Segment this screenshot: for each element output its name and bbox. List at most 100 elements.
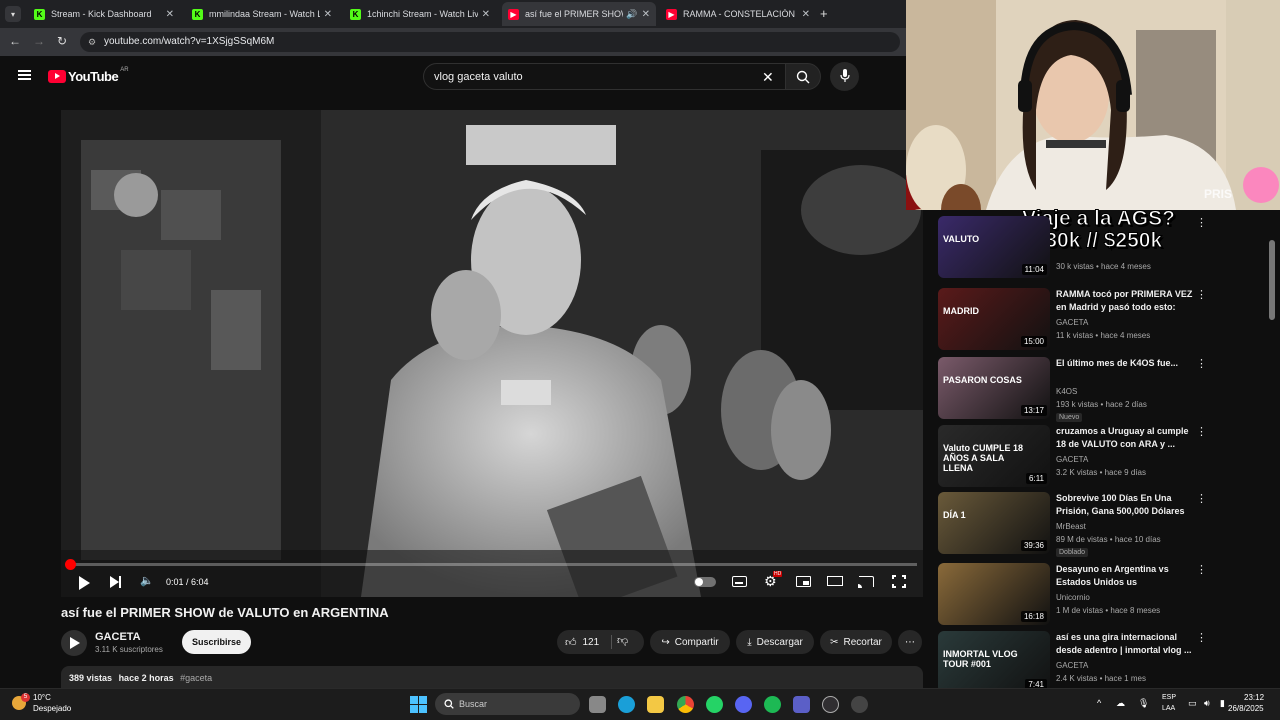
close-icon[interactable]: ✕ xyxy=(642,9,650,20)
browser-tab[interactable]: ▶ RAMMA - CONSTELACIÓN (Vi ✕ xyxy=(660,2,816,26)
subtitles-icon[interactable] xyxy=(732,576,747,587)
weather-widget[interactable]: 5 10°C Despejado xyxy=(12,693,92,717)
video-player[interactable]: 🔈 0:01 / 6:04 ⚙ HD xyxy=(61,110,923,597)
close-icon[interactable]: ✕ xyxy=(324,9,332,20)
close-icon[interactable]: ✕ xyxy=(166,9,174,20)
reload-icon[interactable]: ↻ xyxy=(57,34,67,48)
whatsapp-icon[interactable] xyxy=(706,696,723,713)
clock-time[interactable]: 23:12 xyxy=(1244,693,1264,702)
browser-tab[interactable]: K mmilindaa Stream - Watch Live ✕ xyxy=(186,2,338,26)
language-line1[interactable]: ESP xyxy=(1162,694,1176,701)
browser-tab[interactable]: K 1chinchi Stream - Watch Live o ✕ xyxy=(344,2,496,26)
recommendation-title[interactable]: así es una gira internacional desde aden… xyxy=(1056,631,1196,657)
fullscreen-icon[interactable] xyxy=(892,575,906,588)
recommendation-title[interactable]: Sobrevive 100 Días En Una Prisión, Gana … xyxy=(1056,492,1196,518)
recommendation-title[interactable]: RAMMA tocó por PRIMERA VEZ en Madrid y p… xyxy=(1056,288,1196,314)
language-line2[interactable]: LAA xyxy=(1162,705,1175,712)
channel-name[interactable]: GACETA xyxy=(95,631,141,643)
recommendation-channel[interactable]: MrBeast xyxy=(1056,522,1086,531)
discord-icon[interactable] xyxy=(735,696,752,713)
more-actions-button[interactable]: ⋯ xyxy=(898,630,922,654)
battery-icon[interactable]: ▮ xyxy=(1220,698,1225,709)
recommendation-thumbnail[interactable]: VALUTO 11:04 xyxy=(938,216,1050,278)
recommendation-thumbnail[interactable]: INMORTAL VLOG TOUR #001 7:41 xyxy=(938,631,1050,690)
recommendation-title[interactable]: Desayuno en Argentina vs Estados Unidos … xyxy=(1056,563,1196,589)
site-info-icon[interactable]: ⚙ xyxy=(88,32,96,52)
recommendation-thumbnail[interactable]: Valuto CUMPLE 18 AÑOS A SALA LLENA 6:11 xyxy=(938,425,1050,487)
hashtag-link[interactable]: #gaceta xyxy=(180,673,212,683)
back-arrow-icon[interactable]: ← xyxy=(9,34,21,48)
next-button[interactable] xyxy=(110,576,121,588)
recommendation-channel[interactable]: K4OS xyxy=(1056,387,1077,396)
download-button[interactable]: ⤓ Descargar xyxy=(736,630,814,654)
start-button[interactable] xyxy=(410,696,427,713)
chrome-icon[interactable] xyxy=(677,696,694,713)
recommendation-item[interactable]: VALUTO 11:04 30 k vistas • hace 4 meses ⋮ xyxy=(938,216,1268,278)
recommendation-title[interactable]: cruzamos a Uruguay al cumple 18 de VALUT… xyxy=(1056,425,1196,451)
recommendation-item[interactable]: 16:18 Desayuno en Argentina vs Estados Un… xyxy=(938,563,1268,625)
settings-button[interactable]: ⚙ HD xyxy=(764,571,783,590)
progress-bar[interactable] xyxy=(64,559,917,570)
scrollbar-thumb[interactable] xyxy=(1269,240,1275,320)
app-icon[interactable] xyxy=(851,696,868,713)
speaker-icon[interactable]: 🔊︎ xyxy=(1204,698,1210,709)
sidebar-scrollbar[interactable] xyxy=(1268,216,1276,690)
speaker-icon[interactable]: 🔊 xyxy=(626,9,637,20)
recommendation-item[interactable]: MADRID 15:00 RAMMA tocó por PRIMERA VEZ en… xyxy=(938,288,1268,350)
browser-tab-active[interactable]: ▶ así fue el PRIMER SHOW d 🔊 ✕ xyxy=(502,2,656,26)
recommendation-channel[interactable]: GACETA xyxy=(1056,661,1088,670)
like-button[interactable]: 👍︎ 121 xyxy=(557,636,599,649)
taskbar-search[interactable]: Buscar xyxy=(435,693,580,715)
close-icon[interactable]: ✕ xyxy=(482,9,490,20)
close-icon[interactable]: ✕ xyxy=(802,9,810,20)
search-button[interactable] xyxy=(785,63,821,90)
cast-icon[interactable] xyxy=(858,576,874,588)
more-vertical-icon[interactable]: ⋮ xyxy=(1196,357,1207,370)
forward-arrow-icon[interactable]: → xyxy=(33,34,45,48)
clear-search-icon[interactable]: ✕ xyxy=(762,64,774,90)
more-vertical-icon[interactable]: ⋮ xyxy=(1196,563,1207,576)
recommendation-thumbnail[interactable]: 16:18 xyxy=(938,563,1050,625)
clip-button[interactable]: ✂ Recortar xyxy=(820,630,892,654)
onedrive-icon[interactable]: ☁ xyxy=(1116,698,1125,709)
more-vertical-icon[interactable]: ⋮ xyxy=(1196,425,1207,438)
recommendation-item[interactable]: Valuto CUMPLE 18 AÑOS A SALA LLENA 6:11 cr… xyxy=(938,425,1268,487)
task-view-icon[interactable] xyxy=(589,696,606,713)
youtube-logo[interactable]: YouTube AR xyxy=(48,67,129,84)
teams-icon[interactable] xyxy=(793,696,810,713)
recommendation-title[interactable]: El último mes de K4OS fue... xyxy=(1056,357,1196,370)
display-icon[interactable]: ▭ xyxy=(1188,698,1197,709)
recommendation-thumbnail[interactable]: DÍA 1 39:36 xyxy=(938,492,1050,554)
miniplayer-icon[interactable] xyxy=(796,576,811,587)
recommendation-thumbnail[interactable]: MADRID 15:00 xyxy=(938,288,1050,350)
dislike-button[interactable]: 👎︎ xyxy=(617,634,628,647)
file-explorer-icon[interactable] xyxy=(647,696,664,713)
volume-button[interactable]: 🔈 xyxy=(140,574,154,587)
recommendation-item[interactable]: PASARON COSAS 13:17 El último mes de K4OS … xyxy=(938,357,1268,422)
voice-search-button[interactable] xyxy=(830,62,859,91)
edge-icon[interactable] xyxy=(618,696,635,713)
play-button[interactable] xyxy=(79,576,90,590)
recommendation-channel[interactable]: GACETA xyxy=(1056,318,1088,327)
recommendation-channel[interactable]: GACETA xyxy=(1056,455,1088,464)
more-vertical-icon[interactable]: ⋮ xyxy=(1196,631,1207,644)
more-vertical-icon[interactable]: ⋮ xyxy=(1196,288,1207,301)
microphone-icon[interactable]: 🎙︎ xyxy=(1138,698,1149,709)
recommendation-thumbnail[interactable]: PASARON COSAS 13:17 xyxy=(938,357,1050,419)
menu-icon[interactable] xyxy=(18,70,31,80)
share-button[interactable]: ↪ Compartir xyxy=(650,630,730,654)
more-vertical-icon[interactable]: ⋮ xyxy=(1196,216,1207,229)
subscribe-button[interactable]: Suscribirse xyxy=(182,630,251,654)
tab-search-button[interactable]: ▾ xyxy=(5,6,21,22)
more-vertical-icon[interactable]: ⋮ xyxy=(1196,492,1207,505)
search-input[interactable]: vlog gaceta valuto ✕ xyxy=(423,63,785,90)
browser-tab[interactable]: K Stream - Kick Dashboard ✕ xyxy=(28,2,180,26)
clock-date[interactable]: 26/8/2025 xyxy=(1228,704,1264,713)
address-bar[interactable]: ⚙ youtube.com/watch?v=1XSjgSSqM6M xyxy=(80,32,900,52)
new-tab-button[interactable]: + xyxy=(820,6,828,21)
channel-avatar[interactable] xyxy=(61,630,87,656)
recommendation-item[interactable]: INMORTAL VLOG TOUR #001 7:41 así es una gi… xyxy=(938,631,1268,690)
spotify-icon[interactable] xyxy=(764,696,781,713)
recommendation-item[interactable]: DÍA 1 39:36 Sobrevive 100 Días En Una Pris… xyxy=(938,492,1268,557)
obs-icon[interactable] xyxy=(822,696,839,713)
